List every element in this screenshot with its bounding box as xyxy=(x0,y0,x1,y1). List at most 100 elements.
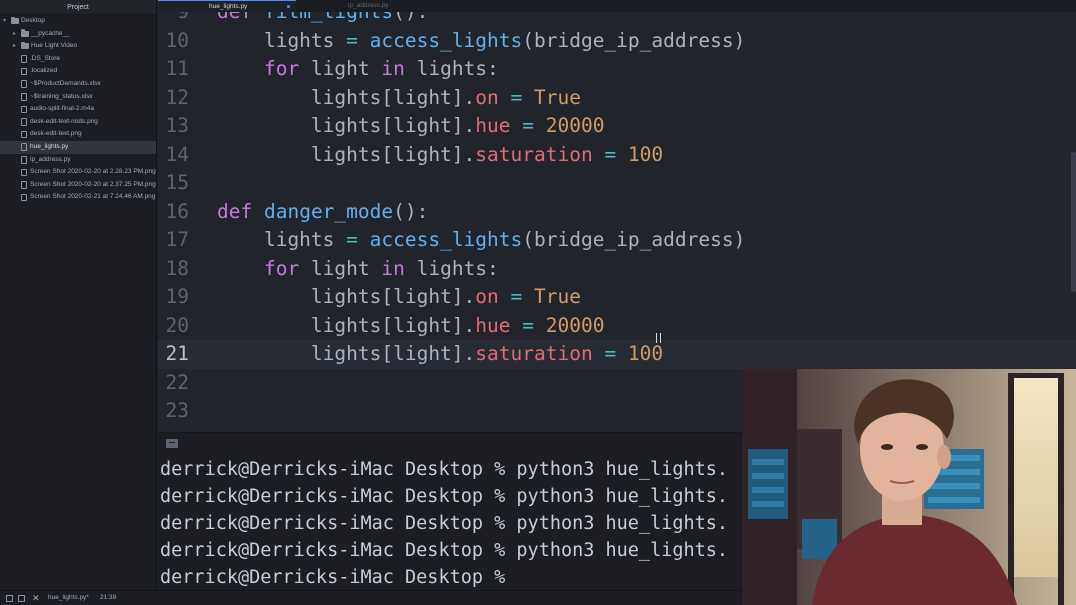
code-line[interactable]: 16 def danger_mode(): xyxy=(158,198,1076,227)
code-token: lights xyxy=(217,228,347,251)
code-token: in xyxy=(381,256,405,280)
code-token: lights[light]. xyxy=(217,142,476,166)
line-number: 13 xyxy=(165,114,189,137)
tree-item-label: __pycache__ xyxy=(31,29,70,37)
status-cursor-position[interactable]: 21:39 xyxy=(100,591,116,605)
code-token: light xyxy=(299,57,382,80)
code-text: def film_lights(): xyxy=(217,12,428,27)
code-token: (bridge_ip_address) xyxy=(522,28,746,52)
terminal-line: derrick@Derricks-iMac Desktop % python3 … xyxy=(160,513,729,534)
terminal-icon[interactable] xyxy=(166,439,178,448)
tab-ip-address[interactable]: ip_address.py xyxy=(296,0,436,12)
tree-file[interactable]: ~$ProductDemands.xlsx xyxy=(0,78,156,91)
tree-folder[interactable]: ▸ Hue Light Video xyxy=(0,40,156,53)
file-icon xyxy=(21,143,27,151)
line-number: 21 xyxy=(165,342,189,365)
code-line[interactable]: 17 lights = access_lights(bridge_ip_addr… xyxy=(158,226,1076,255)
tree-file[interactable]: ~$training_status.xlsx xyxy=(0,91,156,104)
code-token: access_lights xyxy=(369,28,523,52)
editor-scrollbar[interactable] xyxy=(1071,152,1076,292)
terminal-prompt: derrick@Derricks-iMac Desktop % xyxy=(160,567,506,588)
code-line[interactable]: 12 lights[light].on = True xyxy=(158,84,1076,113)
file-icon xyxy=(21,80,27,88)
code-token: lights[light]. xyxy=(217,342,476,365)
file-icon xyxy=(21,156,27,164)
tree-file[interactable]: .localized xyxy=(0,65,156,78)
code-line[interactable]: 18 for light in lights: xyxy=(158,255,1076,284)
file-icon xyxy=(21,193,27,202)
tree-file[interactable]: hue_lights.py xyxy=(0,140,156,154)
line-number: 12 xyxy=(165,85,189,109)
tree-file[interactable]: ip_address.py xyxy=(0,154,156,167)
code-line[interactable]: 10 lights = access_lights(bridge_ip_addr… xyxy=(158,27,1076,56)
terminal-toggle-icon[interactable] xyxy=(18,591,25,605)
file-tree: ▾ Desktop ▸ __pycache__ ▸ Hue Light Video .DS_… xyxy=(0,15,156,204)
code-line[interactable]: 19 lights[light].on = True xyxy=(158,283,1076,312)
tree-item-label: .localized xyxy=(30,67,58,75)
code-token: danger_mode xyxy=(263,199,394,223)
tree-item-label: Screen Shot 2020-02-20 at 2.28.23 PM.png xyxy=(30,168,156,176)
tab-hue-lights[interactable]: hue_lights.py xyxy=(158,0,296,12)
tree-file[interactable]: Screen Shot 2020-02-20 at 2.28.23 PM.png xyxy=(0,166,156,179)
chevron-down-icon[interactable]: ▾ xyxy=(3,15,6,28)
chevron-right-icon[interactable]: ▸ xyxy=(13,28,16,41)
code-token: on xyxy=(475,285,499,308)
status-file-name[interactable]: hue_lights.py* xyxy=(48,591,89,605)
code-line[interactable]: 21 lights[light].saturation = 100 xyxy=(158,340,1076,369)
code-text: lights[light].hue = 20000 xyxy=(217,312,605,341)
chevron-right-icon[interactable]: ▸ xyxy=(13,40,16,53)
tree-folder[interactable]: ▸ __pycache__ xyxy=(0,28,156,41)
code-token: (): xyxy=(393,199,429,223)
tree-file[interactable]: audio-split-final-2.m4a xyxy=(0,103,156,116)
code-token: = xyxy=(522,114,535,137)
code-line[interactable]: 9 def film_lights(): xyxy=(158,12,1076,27)
close-icon[interactable]: ✕ xyxy=(32,591,40,605)
line-number: 10 xyxy=(165,28,189,52)
line-number: 9 xyxy=(158,12,189,27)
code-line[interactable]: 13 lights[light].hue = 20000 xyxy=(158,112,1076,141)
terminal-line: derrick@Derricks-iMac Desktop % python3 … xyxy=(160,459,729,480)
code-token: def xyxy=(217,12,252,23)
code-text: lights[light].saturation = 100 xyxy=(217,141,663,170)
code-line[interactable]: 14 lights[light].saturation = 100 xyxy=(158,141,1076,170)
tab-bar: hue_lights.py ip_address.py xyxy=(158,0,1076,12)
webcam-overlay xyxy=(742,369,1076,605)
tree-item-label: ~$ProductDemands.xlsx xyxy=(30,79,101,87)
code-line[interactable]: 15 xyxy=(158,169,1076,198)
code-token: saturation xyxy=(475,142,593,166)
panel-toggle-icon[interactable] xyxy=(6,591,13,605)
tree-file[interactable]: desk-edit-text.png xyxy=(0,128,156,141)
code-token: 100 xyxy=(627,342,664,365)
tree-file[interactable]: desk-edit-text-nods.png xyxy=(0,116,156,129)
line-number: 16 xyxy=(165,199,189,223)
tree-folder[interactable]: ▾ Desktop xyxy=(0,15,156,28)
code-line[interactable]: 20 lights[light].hue = 20000 xyxy=(158,312,1076,341)
code-token: True xyxy=(534,285,581,308)
tree-file[interactable]: Screen Shot 2020-02-20 at 2.37.25 PM.png xyxy=(0,179,156,192)
code-token: lights[light]. xyxy=(217,285,476,308)
code-token: = xyxy=(510,85,523,109)
code-token: light xyxy=(299,256,382,280)
tree-item-label: ~$training_status.xlsx xyxy=(30,92,93,100)
tree-item-label: hue_lights.py xyxy=(30,142,69,150)
tree-file[interactable]: Screen Shot 2020-02-21 at 7.24.46 AM.png xyxy=(0,191,156,204)
code-line[interactable]: 11 for light in lights: xyxy=(158,55,1076,84)
tree-item-label: Hue Light Video xyxy=(31,42,78,50)
tree-item-label: desk-edit-text-nods.png xyxy=(30,117,98,125)
file-icon xyxy=(21,168,27,177)
code-token: lights: xyxy=(404,57,499,80)
sidebar-title: Project xyxy=(0,0,156,15)
code-token: in xyxy=(381,57,405,80)
file-icon xyxy=(21,93,27,101)
code-token: hue xyxy=(475,313,511,337)
file-icon xyxy=(21,105,27,114)
file-icon xyxy=(21,67,27,76)
tree-file[interactable]: .DS_Store xyxy=(0,53,156,66)
